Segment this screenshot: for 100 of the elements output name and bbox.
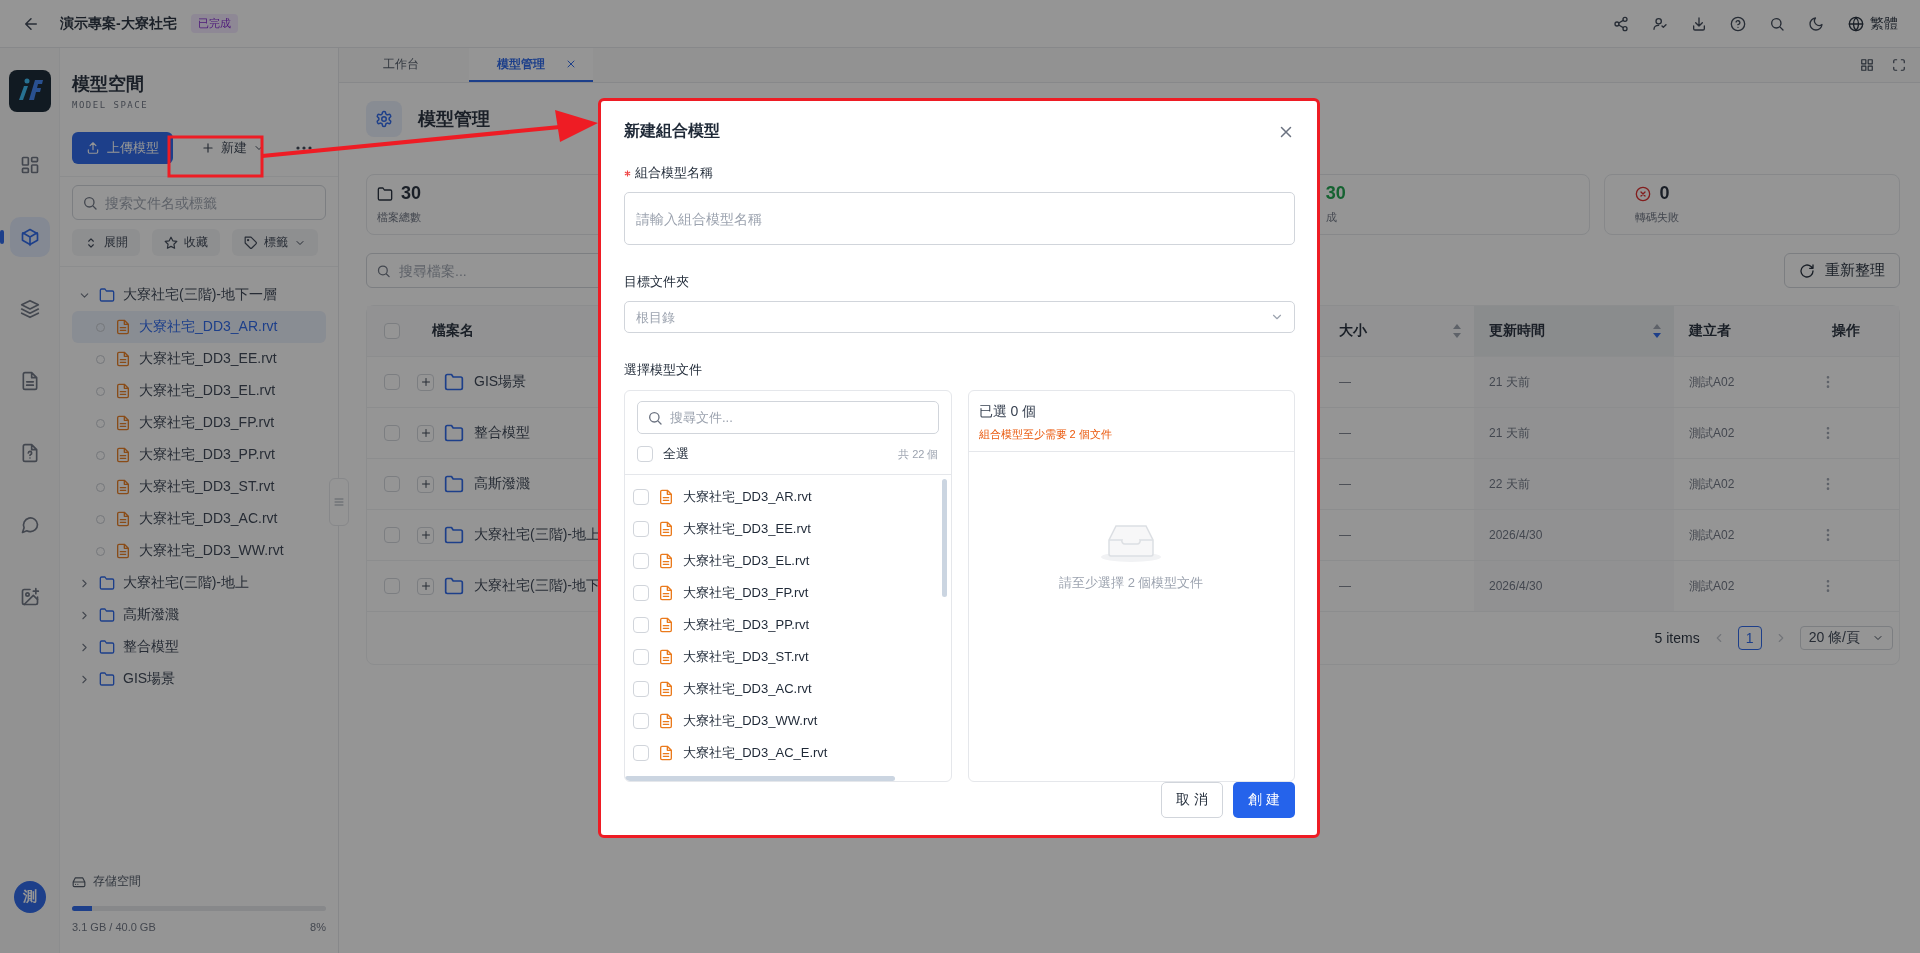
plus-icon xyxy=(201,141,215,155)
folder-name: 大寮社宅(三階)-地上 xyxy=(123,574,249,592)
tree-file[interactable]: 大寮社宅_DD3_PP.rvt xyxy=(72,439,326,471)
page-title: 模型管理 xyxy=(418,108,490,131)
checkbox[interactable] xyxy=(384,578,400,594)
file-icon xyxy=(115,543,131,559)
person-icon[interactable] xyxy=(1652,15,1668,32)
expand-button[interactable] xyxy=(417,526,434,544)
table-cell: 測試A02 xyxy=(1689,475,1735,493)
tree-folder[interactable]: 高斯潑濺 xyxy=(72,599,326,631)
expand-button[interactable] xyxy=(417,424,434,442)
moon-icon[interactable] xyxy=(1808,15,1824,32)
checkbox[interactable] xyxy=(384,323,400,339)
checkbox[interactable] xyxy=(633,649,649,665)
checkbox[interactable] xyxy=(633,617,649,633)
image-add-icon xyxy=(19,587,40,607)
checkbox[interactable] xyxy=(384,374,400,390)
checkbox[interactable] xyxy=(633,553,649,569)
column-header: 檔案名 xyxy=(432,322,474,340)
tab[interactable]: 工作台 xyxy=(341,48,461,82)
logo-icon xyxy=(8,70,51,112)
column-header[interactable]: 更新時間 xyxy=(1489,322,1545,340)
filter-button[interactable]: 標籤 xyxy=(232,229,318,256)
plus-icon xyxy=(419,427,432,439)
tree-folder[interactable]: 大寮社宅(三階)-地上 xyxy=(72,567,326,599)
checkbox[interactable] xyxy=(633,489,649,505)
tree-file[interactable]: 大寮社宅_DD3_AC.rvt xyxy=(72,503,326,535)
chat-icon xyxy=(19,515,40,535)
sort-icon[interactable] xyxy=(1452,323,1462,339)
tree-file[interactable]: 大寮社宅_DD3_ST.rvt xyxy=(72,471,326,503)
folder-icon xyxy=(444,576,464,596)
empty-message: 請至少選擇 2 個模型文件 xyxy=(1059,574,1204,592)
stat-value: 30 xyxy=(1325,183,1346,204)
more-button[interactable] xyxy=(296,146,312,150)
tree-folder[interactable]: GIS場景 xyxy=(72,663,326,695)
checkbox[interactable] xyxy=(633,681,649,697)
tree-file[interactable]: 大寮社宅_DD3_AR.rvt xyxy=(72,311,326,343)
table-cell: 大寮社宅(三階)-地上 xyxy=(474,526,600,544)
expand-button[interactable] xyxy=(417,373,434,391)
stat-value: 0 xyxy=(1659,183,1670,204)
file-count: 共 22 個 xyxy=(898,446,939,462)
fullscreen-icon[interactable] xyxy=(1892,58,1906,72)
column-header: 建立者 xyxy=(1689,322,1731,340)
file-name: 大寮社宅_DD3_EE.rvt xyxy=(139,350,277,368)
page-size-select[interactable]: 20 條/頁 xyxy=(1799,626,1893,650)
scrollbar[interactable] xyxy=(625,776,895,781)
page-button[interactable]: 1 xyxy=(1737,626,1762,650)
folder-icon xyxy=(99,287,115,303)
new-button[interactable]: 新建 xyxy=(189,132,277,164)
checkbox[interactable] xyxy=(633,585,649,601)
tree-folder[interactable]: 整合模型 xyxy=(72,631,326,663)
close-icon[interactable] xyxy=(565,58,577,70)
folder-name: 整合模型 xyxy=(123,638,179,656)
checkbox[interactable] xyxy=(633,713,649,729)
file-name: 大寮社宅_DD3_ST.rvt xyxy=(683,648,809,666)
table-cell: 21 天前 xyxy=(1489,373,1530,391)
folder-icon xyxy=(444,423,464,443)
file-search-field[interactable]: 搜尋文件... xyxy=(637,401,939,434)
expand-button[interactable] xyxy=(417,577,434,595)
file-icon xyxy=(658,713,674,729)
cancel-button[interactable]: 取 消 xyxy=(1161,782,1224,818)
tree-folder[interactable]: 大寮社宅(三階)-地下一層 xyxy=(72,279,326,311)
project-title: 演示專案-大寮社宅 xyxy=(60,14,177,33)
checkbox[interactable] xyxy=(637,446,653,462)
search-icon xyxy=(376,263,391,278)
table-cell: 大寮社宅(三階)-地下 xyxy=(474,577,600,595)
filter-button[interactable]: 收藏 xyxy=(152,229,220,256)
create-button[interactable]: 創 建 xyxy=(1233,782,1295,818)
sort-icon[interactable] xyxy=(1652,323,1662,339)
upload-button[interactable]: 上傳模型 xyxy=(72,132,173,164)
checkbox[interactable] xyxy=(384,476,400,492)
file-name: 大寮社宅_DD3_WW.rvt xyxy=(139,542,284,560)
tree-file[interactable]: 大寮社宅_DD3_WW.rvt xyxy=(72,535,326,567)
column-header[interactable]: 大小 xyxy=(1339,322,1367,340)
expand-button[interactable] xyxy=(417,475,434,493)
file-name: 大寮社宅_DD3_AC.rvt xyxy=(683,680,812,698)
checkbox[interactable] xyxy=(384,527,400,543)
download-icon[interactable] xyxy=(1691,15,1707,32)
scrollbar[interactable] xyxy=(941,479,947,597)
refresh-button[interactable]: 重新整理 xyxy=(1784,253,1900,288)
user-avatar[interactable]: 測 xyxy=(13,881,46,913)
filter-button[interactable]: 展開 xyxy=(72,229,140,256)
checkbox[interactable] xyxy=(633,745,649,761)
checkbox[interactable] xyxy=(384,425,400,441)
file-name: 大寮社宅_DD3_AR.rvt xyxy=(139,318,278,336)
collapse-handle[interactable] xyxy=(329,478,349,526)
file-icon xyxy=(658,585,674,601)
tree-file[interactable]: 大寮社宅_DD3_EE.rvt xyxy=(72,343,326,375)
share-icon[interactable] xyxy=(1613,15,1629,32)
layout-icon[interactable] xyxy=(1860,58,1874,72)
stat-label: 檔案總數 xyxy=(377,210,421,225)
tree-file[interactable]: 大寮社宅_DD3_EL.rvt xyxy=(72,375,326,407)
checkbox[interactable] xyxy=(633,521,649,537)
tree-file[interactable]: 大寮社宅_DD3_FP.rvt xyxy=(72,407,326,439)
field-label: 選擇模型文件 xyxy=(624,361,702,379)
search-icon[interactable] xyxy=(1769,15,1785,32)
help-icon[interactable] xyxy=(1730,15,1746,32)
folder-select[interactable]: 根目錄 xyxy=(624,301,1295,333)
name-input[interactable]: 請輸入組合模型名稱 xyxy=(624,192,1295,245)
language-button[interactable]: 繁體 xyxy=(1848,14,1898,33)
